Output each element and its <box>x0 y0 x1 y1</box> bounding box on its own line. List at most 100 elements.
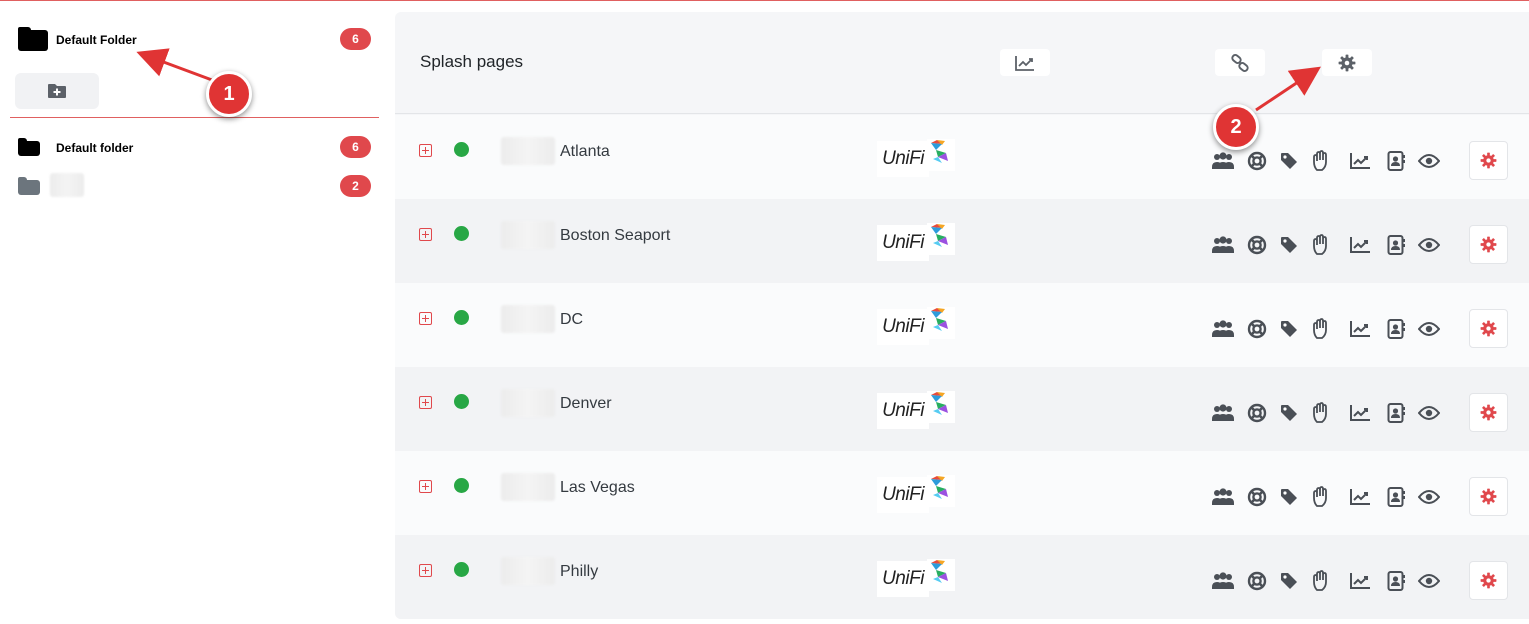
hand-wave-icon <box>1313 402 1327 423</box>
sidebar-item-folder-2[interactable]: 2 <box>18 173 378 199</box>
row-actions <box>1211 569 1451 593</box>
expand-row-button[interactable] <box>419 480 432 493</box>
unifi-logo: UniFi <box>877 309 929 345</box>
hand-wave-icon <box>1313 486 1327 507</box>
hand-wave-button[interactable] <box>1310 485 1334 509</box>
eye-button[interactable] <box>1417 401 1441 425</box>
link-button[interactable] <box>1215 49 1265 76</box>
chart-line-button[interactable] <box>1348 317 1372 341</box>
tag-icon <box>1281 321 1297 337</box>
sidebar-item-label: Default folder <box>56 141 134 155</box>
contact-card-button[interactable] <box>1384 485 1408 509</box>
status-indicator <box>454 310 469 325</box>
redacted-prefix <box>501 473 555 501</box>
eye-button[interactable] <box>1417 317 1441 341</box>
row-settings-button[interactable] <box>1469 561 1508 600</box>
eye-button[interactable] <box>1417 233 1441 257</box>
redacted-prefix <box>501 557 555 585</box>
expand-row-button[interactable] <box>419 564 432 577</box>
eye-button[interactable] <box>1417 569 1441 593</box>
row-settings-button[interactable] <box>1469 393 1508 432</box>
expand-row-button[interactable] <box>419 144 432 157</box>
support-button[interactable] <box>1245 401 1269 425</box>
support-button[interactable] <box>1245 317 1269 341</box>
eye-button[interactable] <box>1417 485 1441 509</box>
tag-button[interactable] <box>1277 401 1301 425</box>
contact-card-button[interactable] <box>1384 317 1408 341</box>
sidebar-item-default-folder[interactable]: Default folder 6 <box>18 134 378 160</box>
unifi-logo: UniFi <box>877 477 929 513</box>
contact-card-button[interactable] <box>1384 233 1408 257</box>
hand-wave-button[interactable] <box>1310 149 1334 173</box>
row-settings-button[interactable] <box>1469 225 1508 264</box>
site-name: Philly <box>560 563 599 580</box>
users-button[interactable] <box>1211 401 1235 425</box>
tag-button[interactable] <box>1277 233 1301 257</box>
contact-card-button[interactable] <box>1384 401 1408 425</box>
eye-icon <box>1418 406 1440 420</box>
contact-card-button[interactable] <box>1384 149 1408 173</box>
current-folder[interactable]: Default Folder 6 <box>18 27 378 55</box>
tag-button[interactable] <box>1277 485 1301 509</box>
redacted-prefix <box>501 305 555 333</box>
callout-2: 2 <box>1213 104 1259 150</box>
tag-button[interactable] <box>1277 149 1301 173</box>
users-button[interactable] <box>1211 317 1235 341</box>
status-indicator <box>454 142 469 157</box>
support-icon <box>1247 571 1267 591</box>
global-settings-button[interactable] <box>1322 49 1372 76</box>
brand-logo-icon <box>927 391 955 423</box>
row-settings-button[interactable] <box>1469 141 1508 180</box>
sidebar-divider <box>10 117 379 118</box>
hand-wave-button[interactable] <box>1310 233 1334 257</box>
chart-line-icon <box>1350 153 1370 169</box>
chart-line-button[interactable] <box>1348 401 1372 425</box>
add-folder-button[interactable] <box>15 73 99 109</box>
support-button[interactable] <box>1245 485 1269 509</box>
unifi-logo: UniFi <box>877 225 929 261</box>
users-button[interactable] <box>1211 569 1235 593</box>
users-icon <box>1212 320 1234 337</box>
users-button[interactable] <box>1211 149 1235 173</box>
current-folder-title: Default Folder <box>56 33 137 47</box>
contact-card-button[interactable] <box>1384 569 1408 593</box>
hand-wave-button[interactable] <box>1310 569 1334 593</box>
row-settings-button[interactable] <box>1469 477 1508 516</box>
contact-card-icon <box>1387 151 1405 171</box>
users-button[interactable] <box>1211 485 1235 509</box>
support-button[interactable] <box>1245 233 1269 257</box>
status-indicator <box>454 394 469 409</box>
users-icon <box>1212 236 1234 253</box>
expand-row-button[interactable] <box>419 312 432 325</box>
gear-icon <box>1480 572 1497 589</box>
support-icon <box>1247 487 1267 507</box>
expand-row-button[interactable] <box>419 228 432 241</box>
chart-line-icon <box>1350 489 1370 505</box>
brand-logo-icon <box>927 307 955 339</box>
hand-wave-button[interactable] <box>1310 401 1334 425</box>
contact-card-icon <box>1387 319 1405 339</box>
folder-count-badge: 6 <box>340 136 371 158</box>
expand-row-button[interactable] <box>419 396 432 409</box>
users-button[interactable] <box>1211 233 1235 257</box>
tag-button[interactable] <box>1277 569 1301 593</box>
folder-count-badge: 2 <box>340 175 371 197</box>
chart-line-button[interactable] <box>1348 149 1372 173</box>
support-button[interactable] <box>1245 149 1269 173</box>
table-row: DC UniFi <box>395 283 1529 367</box>
analytics-chart-icon <box>1015 55 1034 71</box>
gear-icon <box>1338 54 1356 71</box>
unifi-logo: UniFi <box>877 141 929 177</box>
chart-line-button[interactable] <box>1348 569 1372 593</box>
eye-icon <box>1418 574 1440 588</box>
chart-line-button[interactable] <box>1348 485 1372 509</box>
support-button[interactable] <box>1245 569 1269 593</box>
chart-line-button[interactable] <box>1348 233 1372 257</box>
folder-plus-icon <box>48 84 66 98</box>
tag-button[interactable] <box>1277 317 1301 341</box>
row-settings-button[interactable] <box>1469 309 1508 348</box>
unifi-logo: UniFi <box>877 561 929 597</box>
eye-button[interactable] <box>1417 149 1441 173</box>
analytics-button[interactable] <box>1000 49 1050 76</box>
hand-wave-button[interactable] <box>1310 317 1334 341</box>
